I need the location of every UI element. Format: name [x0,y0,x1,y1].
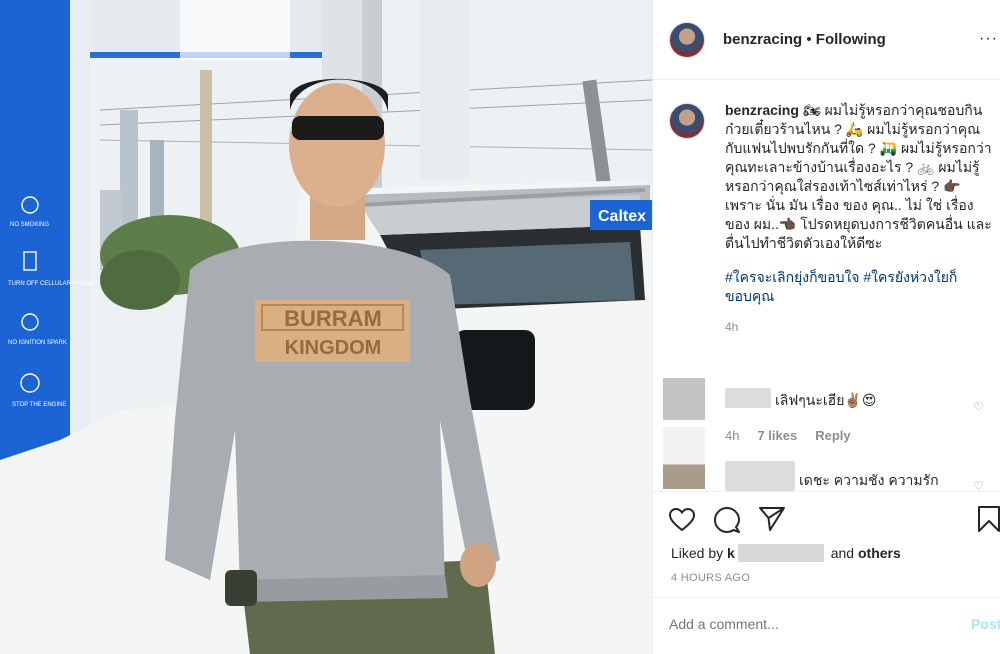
sign-no-smoking: NO SMOKING [10,222,49,228]
add-comment-input[interactable] [669,616,949,632]
comment-icon[interactable] [714,507,740,533]
author-avatar[interactable] [669,22,705,58]
comment-like-heart-icon[interactable]: ♡ [973,479,984,491]
redacted-liker-name [737,544,824,562]
liked-by-others-link[interactable]: others [858,545,901,561]
liked-by-and: and [830,545,855,561]
post-side-panel: benzracing • Following ··· benzracing 🏍 ผ… [652,0,1000,654]
sweatshirt-print-line2: KINGDOM [285,337,382,359]
post-photo: BURRAM KINGDOM NO SMOKING TURN OFF CELLU… [0,0,652,654]
liked-by-user-initial[interactable]: k [727,545,735,561]
comment-avatar[interactable] [663,427,705,489]
sign-turn-off-phone: TURN OFF CELLULAR PHONE [8,281,94,287]
share-paper-plane-icon[interactable] [759,507,785,531]
caption-text-block: benzracing 🏍 ผมไม่รู้หรอกว่าคุณชอบกินก๋วย… [725,101,994,253]
like-heart-icon[interactable] [669,508,695,532]
caption-body: 🏍 ผมไม่รู้หรอกว่าคุณชอบกินก๋วยเตี๋ยวร้าน… [725,102,992,251]
comments-scroll-area[interactable]: benzracing 🏍 ผมไม่รู้หรอกว่าคุณชอบกินก๋วย… [653,81,1000,491]
sweatshirt-print-line1: BURRAM [284,306,382,331]
header-author-line: benzracing • Following [723,31,886,48]
liked-by-prefix: Liked by [671,545,724,561]
caption: benzracing 🏍 ผมไม่รู้หรอกว่าคุณชอบกินก๋วย… [669,101,994,334]
caption-author-avatar[interactable] [669,103,705,139]
header-separator: • [802,31,816,48]
caption-time: 4h [725,320,739,334]
sign-no-ignition: NO IGNITION SPARK [8,340,67,346]
caption-hashtags[interactable]: #ใครจะเลิกยุ่งก็ขอบใจ #ใครยังห่วงใยก็ขอบ… [725,268,994,306]
comment-time: 4h [725,428,740,443]
comment-meta: 4h 7 likes Reply [725,428,869,443]
comment-likes-link[interactable]: 7 likes [757,428,797,443]
save-bookmark-icon[interactable] [978,506,1000,532]
more-icon[interactable]: ··· [979,30,998,48]
post-actions: Liked by k and others 4 HOURS AGO [653,491,1000,596]
comment-text: เลิฟๆนะเฮีย✌🏽😍 [775,392,877,408]
liked-by-line: Liked by k and others [671,544,901,562]
redacted-username [725,388,771,408]
add-comment-bar: Post [653,597,1000,654]
comment-reply-button[interactable]: Reply [815,428,850,443]
post-comment-button[interactable]: Post [971,616,1000,632]
comment-avatar[interactable] [663,378,705,420]
redacted-username [725,461,795,491]
caption-username[interactable]: benzracing [725,102,799,118]
post-header: benzracing • Following ··· [653,0,1000,80]
post-timestamp[interactable]: 4 HOURS AGO [671,572,750,584]
photo-illustration: BURRAM KINGDOM NO SMOKING TURN OFF CELLU… [0,0,652,654]
header-username[interactable]: benzracing [723,31,802,48]
building-sign: Caltex [598,208,646,225]
sign-stop-engine: STOP THE ENGINE [12,402,66,408]
comment-like-heart-icon[interactable]: ♡ [973,400,984,414]
following-button[interactable]: Following [816,31,886,48]
comment-text: เดชะ ความชัง ความรัก [799,472,939,488]
